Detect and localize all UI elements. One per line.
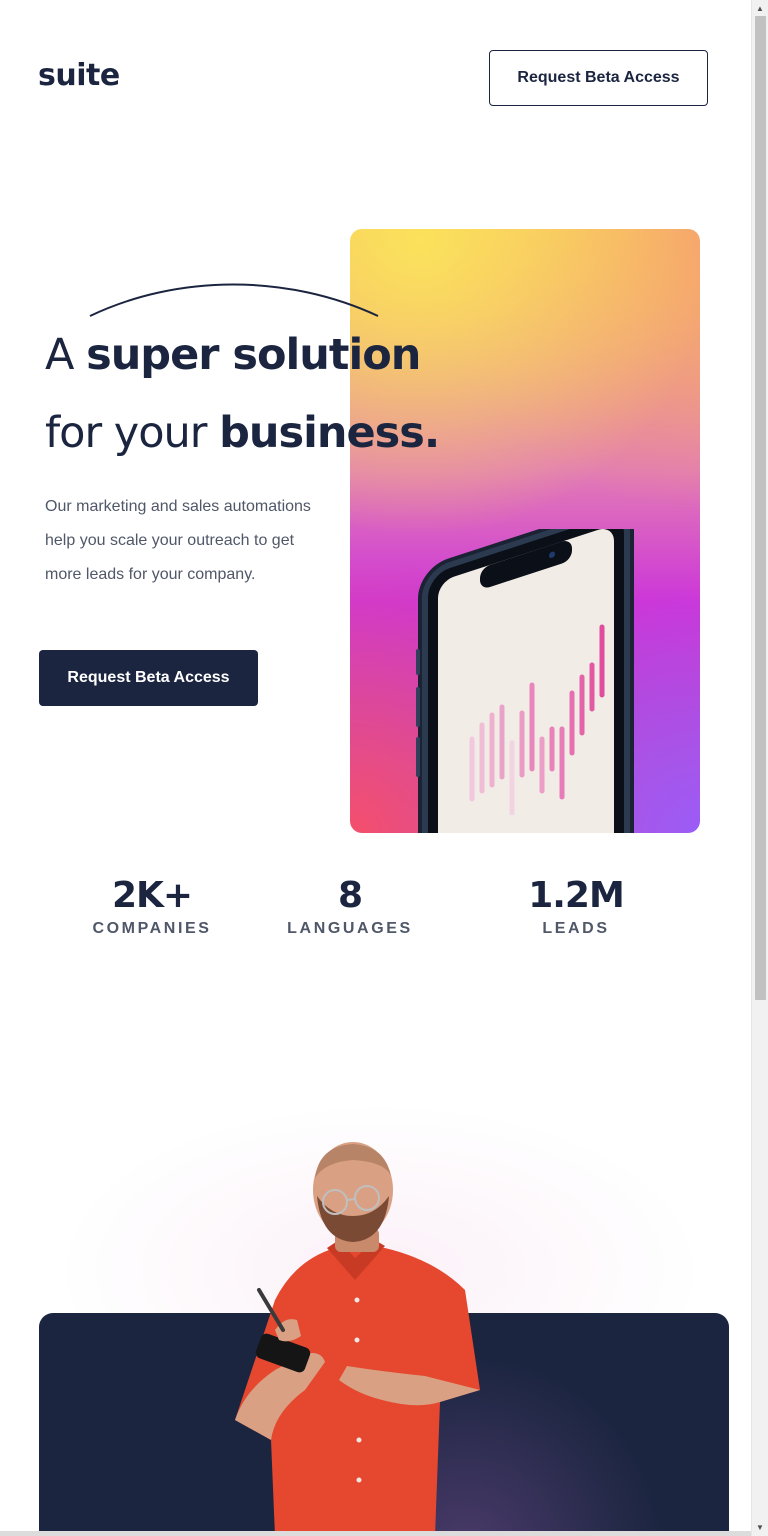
request-beta-access-header-button[interactable]: Request Beta Access: [489, 50, 708, 106]
hero-description: Our marketing and sales automations help…: [45, 490, 355, 592]
headline-bold-text: business.: [219, 408, 440, 458]
phone-illustration: [416, 529, 634, 833]
hero-image-card: [350, 229, 700, 833]
hero-headline-line1: A super solution: [45, 330, 421, 380]
description-line: Our marketing and sales automations: [45, 498, 311, 515]
stat-companies: 2K+ COMPANIES: [82, 874, 222, 938]
headline-arc-decoration: [89, 283, 379, 317]
description-line: help you scale your outreach to get: [45, 532, 295, 549]
stat-value: 2K+: [111, 875, 193, 916]
description-line: more leads for your company.: [45, 566, 256, 583]
scrollbar-thumb[interactable]: [755, 16, 766, 1000]
headline-light-text: A: [45, 330, 87, 380]
logo[interactable]: suite: [38, 58, 120, 93]
stat-label: LEADS: [542, 920, 610, 937]
vertical-scrollbar[interactable]: ▲ ▼: [751, 0, 768, 1536]
headline-bold-text: super solution: [86, 330, 421, 380]
stat-value: 8: [337, 875, 363, 916]
triangle-down-icon[interactable]: ▼: [756, 1523, 764, 1532]
headline-light-text: for your: [45, 408, 220, 458]
stat-label: COMPANIES: [92, 920, 212, 937]
triangle-up-icon[interactable]: ▲: [756, 4, 764, 13]
request-beta-access-hero-button[interactable]: Request Beta Access: [39, 650, 258, 706]
person-illustration: [235, 1142, 480, 1536]
horizontal-scrollbar[interactable]: [0, 1531, 751, 1536]
stat-value: 1.2M: [528, 875, 625, 916]
stat-label: LANGUAGES: [287, 920, 413, 937]
stat-languages: 8 LANGUAGES: [280, 874, 420, 938]
hero-headline-line2: for your business.: [45, 408, 440, 458]
stat-leads: 1.2M LEADS: [506, 874, 646, 938]
